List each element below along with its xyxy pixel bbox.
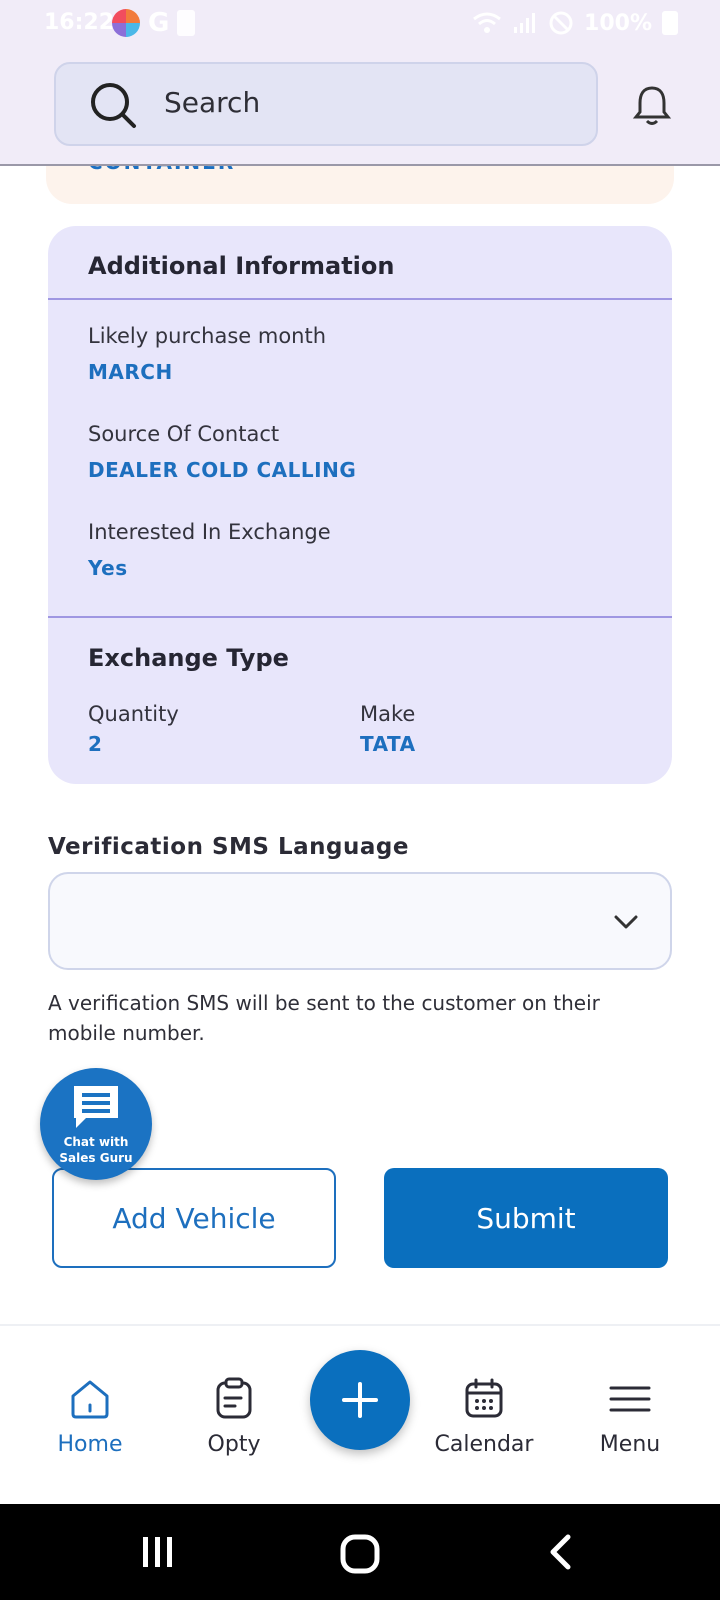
nav-item-opty[interactable]: Opty	[164, 1376, 304, 1457]
sms-language-select[interactable]	[48, 872, 672, 970]
chat-with-sales-guru-button[interactable]: Chat with Sales Guru	[40, 1068, 152, 1180]
exchange-type-title: Exchange Type	[88, 644, 289, 672]
quantity-value: 2	[88, 732, 103, 756]
app-notification-icon	[112, 9, 140, 37]
nav-label-menu: Menu	[599, 1432, 661, 1457]
system-navigation-bar	[0, 1504, 720, 1600]
nav-label-opty: Opty	[207, 1432, 261, 1457]
home-system-icon[interactable]	[340, 1534, 380, 1574]
divider	[48, 616, 672, 618]
signal-icon	[514, 13, 536, 33]
field-value-purchase-month: MARCH	[88, 360, 173, 384]
make-value: TATA	[360, 732, 416, 756]
sms-language-label: Verification SMS Language	[48, 834, 409, 860]
field-label-purchase-month: Likely purchase month	[88, 324, 327, 348]
chevron-down-icon	[614, 915, 638, 929]
add-button[interactable]	[310, 1350, 410, 1450]
back-icon[interactable]	[546, 1534, 576, 1570]
chat-label-line2: Sales Guru	[59, 1151, 133, 1165]
chat-icon	[74, 1086, 118, 1128]
search-placeholder: Search	[164, 86, 261, 119]
additional-info-title: Additional Information	[88, 252, 395, 280]
recent-apps-icon[interactable]	[140, 1534, 176, 1570]
field-label-interested-in-exchange: Interested In Exchange	[88, 520, 331, 544]
nav-label-home: Home	[57, 1432, 123, 1457]
status-bar: 16:22 G 100%	[0, 0, 720, 50]
nav-item-home[interactable]: Home	[20, 1376, 160, 1457]
battery-icon	[662, 11, 678, 35]
google-icon: G	[148, 8, 170, 38]
bottom-navigation: Home Opty Calendar Menu	[0, 1324, 720, 1504]
bell-icon[interactable]	[630, 84, 674, 128]
plus-icon	[342, 1382, 378, 1418]
home-icon	[71, 1380, 109, 1419]
chat-label-line1: Chat with	[63, 1135, 129, 1149]
additional-info-card: Additional Information Likely purchase m…	[48, 226, 672, 784]
add-vehicle-button[interactable]: Add Vehicle	[52, 1168, 336, 1268]
nav-label-calendar: Calendar	[434, 1432, 534, 1457]
calendar-icon	[465, 1378, 503, 1418]
search-input[interactable]: Search	[54, 62, 598, 146]
storage-icon	[177, 10, 196, 36]
sms-help-text: A verification SMS will be sent to the c…	[48, 991, 600, 1045]
make-label: Make	[360, 702, 416, 726]
do-not-disturb-icon	[549, 11, 573, 35]
submit-button[interactable]: Submit	[384, 1168, 668, 1268]
field-value-interested-in-exchange: Yes	[88, 556, 128, 580]
wifi-icon	[473, 12, 501, 33]
nav-item-calendar[interactable]: Calendar	[414, 1376, 554, 1457]
clipboard-icon	[216, 1377, 252, 1419]
search-icon	[91, 83, 136, 128]
divider	[48, 298, 672, 300]
nav-item-menu[interactable]: Menu	[560, 1376, 700, 1457]
quantity-label: Quantity	[88, 702, 179, 726]
status-time: 16:22	[44, 10, 115, 35]
field-value-source-of-contact: DEALER COLD CALLING	[88, 458, 357, 482]
battery-percent: 100%	[584, 10, 652, 36]
field-label-source-of-contact: Source Of Contact	[88, 422, 280, 446]
menu-icon	[609, 1386, 651, 1412]
